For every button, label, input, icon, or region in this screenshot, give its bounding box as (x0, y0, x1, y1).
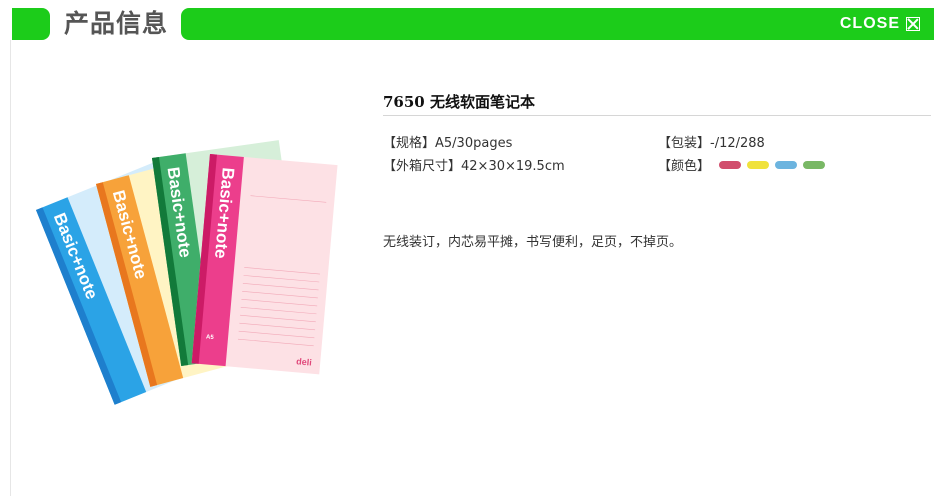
spec-color-label: 【颜色】 (658, 159, 711, 174)
header-left-tab (12, 8, 50, 40)
color-swatch (775, 161, 797, 169)
close-icon (906, 17, 920, 31)
spec-carton-label: 【外箱尺寸】 (383, 159, 462, 174)
spec-carton-value: 42×30×19.5cm (461, 159, 565, 174)
spec-packing: 【包装】-/12/288 (658, 134, 765, 154)
notebook-pink: Basic+noteA5deli (191, 154, 338, 375)
spec-size-label: 【规格】 (383, 136, 436, 151)
brand-logo: deli (296, 356, 312, 367)
color-swatches (719, 161, 825, 169)
product-info: 7650 无线软面笔记本 【规格】A5/30pages 【包装】-/12/288… (383, 90, 934, 250)
close-label: CLOSE (839, 15, 900, 32)
color-swatch (803, 161, 825, 169)
close-button[interactable]: CLOSE (840, 8, 920, 40)
header-bar: 产品信息 CLOSE (0, 0, 934, 42)
product-description: 无线装订，内芯易平摊，书写便利，足页，不掉页。 (383, 235, 683, 250)
spec-size-value: A5/30pages (435, 136, 513, 151)
product-title: 7650 无线软面笔记本 (383, 93, 535, 111)
header-green-bar (181, 8, 934, 40)
spec-size: 【规格】A5/30pages (383, 134, 512, 154)
page-left-border (10, 40, 11, 496)
spec-color: 【颜色】 (658, 157, 710, 177)
spec-carton: 【外箱尺寸】42×30×19.5cm (383, 157, 565, 177)
notebook-size-mark: A5 (206, 334, 215, 341)
page-title: 产品信息 (64, 9, 169, 38)
title-divider (383, 115, 931, 116)
color-swatch (747, 161, 769, 169)
color-swatch (719, 161, 741, 169)
spec-packing-value: -/12/288 (710, 136, 765, 151)
spec-packing-label: 【包装】 (658, 136, 711, 151)
product-image: Basic+note Basic+note Basic+note Basic+n… (35, 140, 338, 405)
